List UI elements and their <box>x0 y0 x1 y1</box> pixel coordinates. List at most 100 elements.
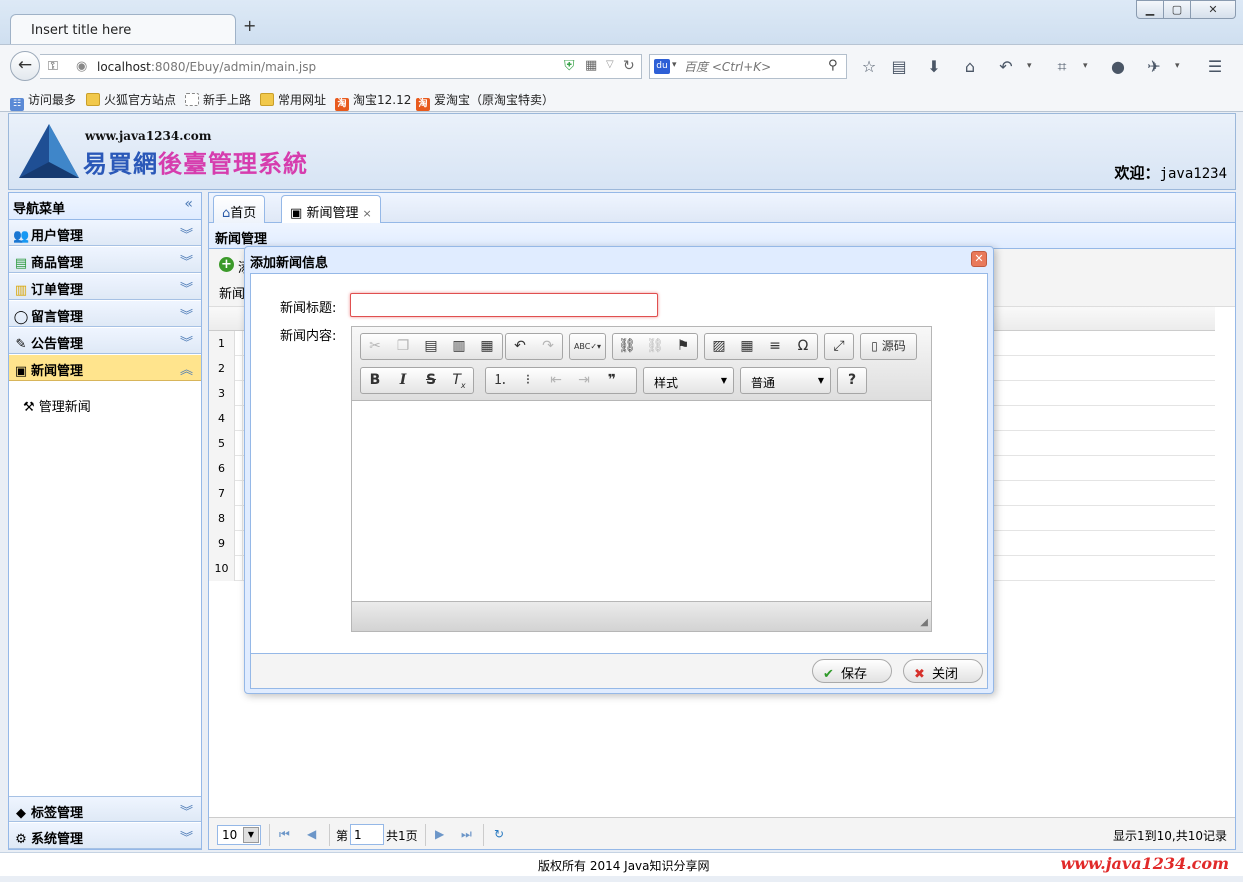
dropdown-arrow-icon[interactable]: ▼ <box>243 827 259 843</box>
remove-format-icon[interactable]: Tx <box>445 368 473 393</box>
sidebar-item-news[interactable]: ▣ 新闻管理 ︽ <box>9 355 201 381</box>
prev-page-icon[interactable]: ◀ <box>307 827 316 841</box>
indent-icon[interactable]: ⇥ <box>570 368 598 393</box>
chevron-down-icon[interactable]: ︾ <box>180 801 193 820</box>
tab-home[interactable]: ⌂首页 <box>213 195 266 223</box>
image-icon[interactable]: ▨ <box>705 334 733 359</box>
italic-icon[interactable]: I <box>389 368 417 393</box>
search-input[interactable] <box>684 57 824 76</box>
resize-handle-icon[interactable]: ◢ <box>920 617 928 628</box>
link-icon[interactable]: ⛓ <box>613 334 641 359</box>
tab-news[interactable]: ▣ 新闻管理 × <box>281 195 381 224</box>
chevron-down-icon[interactable]: ︾ <box>180 224 193 243</box>
bookmark-item[interactable]: 火狐官方站点 <box>86 91 176 108</box>
first-page-icon[interactable]: ⏮ <box>279 827 290 842</box>
baidu-icon[interactable]: du <box>654 59 670 74</box>
chevron-down-icon[interactable]: ︾ <box>180 305 193 324</box>
url-text[interactable]: localhost:8080/Ebuy/admin/main.jsp <box>97 60 316 74</box>
address-bar[interactable]: ⚿ ◉ localhost:8080/Ebuy/admin/main.jsp ⛨… <box>40 54 642 79</box>
close-icon[interactable]: × <box>362 207 371 220</box>
page-number-input[interactable] <box>350 824 384 845</box>
sidebar-item-messages[interactable]: ◯ 留言管理 ︾ <box>9 301 201 327</box>
sidebar-item-orders[interactable]: ▥ 订单管理 ︾ <box>9 274 201 300</box>
extension-dropdown-icon[interactable]: ▾ <box>1175 61 1180 71</box>
paste-text-icon[interactable]: ▥ <box>445 334 473 359</box>
sidebar-item-users[interactable]: 👥 用户管理 ︾ <box>9 220 201 246</box>
collapse-sidebar-icon[interactable]: « <box>184 196 193 212</box>
chevron-down-icon[interactable]: ︾ <box>180 251 193 270</box>
bold-icon[interactable]: B <box>361 368 389 393</box>
sidebar-item-tags[interactable]: ◆ 标签管理 ︾ <box>9 796 201 822</box>
menu-icon[interactable]: ☰ <box>1205 57 1225 76</box>
save-button[interactable]: ✔ 保存 <box>812 659 892 683</box>
undo-close-tab-icon[interactable]: ↶ <box>996 57 1016 76</box>
shield-icon[interactable]: ⛨ <box>564 58 575 74</box>
maximize-button[interactable]: ▢ <box>1163 0 1191 19</box>
sidebar-subitem-manage-news[interactable]: ⚒ 管理新闻 <box>23 396 91 415</box>
source-button[interactable]: ▯ 源码 <box>861 334 916 359</box>
strikethrough-icon[interactable]: S <box>417 368 445 393</box>
undo-icon[interactable]: ↶ <box>506 334 534 359</box>
numbered-list-icon[interactable]: ⒈ <box>486 368 514 393</box>
new-tab-button[interactable]: + <box>243 18 259 34</box>
table-icon[interactable]: ▦ <box>733 334 761 359</box>
chevron-down-icon[interactable]: ︾ <box>180 278 193 297</box>
paste-word-icon[interactable]: ▦ <box>473 334 501 359</box>
help-icon[interactable]: ? <box>838 368 866 393</box>
blockquote-icon[interactable]: ❞ <box>598 368 626 393</box>
bookmark-item[interactable]: 常用网址 <box>260 91 326 108</box>
download-icon[interactable]: ⬇ <box>924 57 944 76</box>
copy-icon[interactable]: ❐ <box>389 334 417 359</box>
undo-dropdown-icon[interactable]: ▾ <box>1027 61 1032 71</box>
crop-dropdown-icon[interactable]: ▾ <box>1083 61 1088 71</box>
spellcheck-icon[interactable]: ABC✓▾ <box>570 334 605 359</box>
close-icon[interactable]: ✕ <box>971 251 987 267</box>
url-dropdown-icon[interactable]: ▽ <box>606 59 614 70</box>
search-icon[interactable]: ⚲ <box>828 58 838 73</box>
bookmark-star-icon[interactable]: ☆ <box>859 57 879 76</box>
extension-icon[interactable]: ✈ <box>1144 57 1164 76</box>
next-page-icon[interactable]: ▶ <box>435 827 444 841</box>
format-select[interactable]: 普通 ▼ <box>740 367 831 394</box>
chevron-up-icon[interactable]: ︽ <box>180 359 193 378</box>
maximize-icon[interactable]: ⤢ <box>825 334 853 359</box>
home-icon[interactable]: ⌂ <box>960 57 980 76</box>
refresh-icon[interactable]: ↻ <box>494 827 504 841</box>
editor-content-area[interactable] <box>352 401 931 601</box>
unlink-icon[interactable]: ⛓ <box>641 334 669 359</box>
cut-icon[interactable]: ✂ <box>361 334 389 359</box>
bookmark-item[interactable]: 淘淘宝12.12 <box>335 91 411 111</box>
outdent-icon[interactable]: ⇤ <box>542 368 570 393</box>
browser-tab[interactable]: Insert title here <box>10 14 236 45</box>
close-window-button[interactable]: ✕ <box>1190 0 1236 19</box>
chat-icon[interactable]: ● <box>1108 57 1128 76</box>
sidebar-item-notices[interactable]: ✎ 公告管理 ︾ <box>9 328 201 354</box>
minimize-button[interactable]: ▁ <box>1136 0 1164 19</box>
sidebar-item-products[interactable]: ▤ 商品管理 ︾ <box>9 247 201 273</box>
screenshot-crop-icon[interactable]: ⌗ <box>1052 57 1072 77</box>
chevron-down-icon[interactable]: ︾ <box>180 827 193 846</box>
bullet-list-icon[interactable]: ⁝ <box>514 368 542 393</box>
reload-icon[interactable]: ↻ <box>623 58 635 74</box>
bookmark-item[interactable]: ☷ 访问最多 <box>10 91 76 111</box>
bookmark-item[interactable]: 新手上路 <box>185 91 251 108</box>
key-icon[interactable]: ⚿ <box>48 59 58 74</box>
add-icon[interactable]: + <box>219 257 234 272</box>
paste-icon[interactable]: ▤ <box>417 334 445 359</box>
special-char-icon[interactable]: Ω <box>789 334 817 359</box>
page-size-select[interactable]: 10 ▼ <box>217 825 261 845</box>
sidebar-item-system[interactable]: ⚙ 系统管理 ︾ <box>9 823 201 849</box>
last-page-icon[interactable]: ⏭ <box>461 827 472 842</box>
back-button[interactable]: ← <box>10 51 40 81</box>
search-bar[interactable]: du ▾ ⚲ <box>649 54 847 79</box>
bookmarks-list-icon[interactable]: ▤ <box>889 57 909 76</box>
news-title-input[interactable] <box>350 293 658 317</box>
horizontal-line-icon[interactable]: ≡ <box>761 334 789 359</box>
search-engine-dropdown-icon[interactable]: ▾ <box>672 60 677 70</box>
style-select[interactable]: 样式 ▼ <box>643 367 734 394</box>
bookmark-item[interactable]: 淘爱淘宝（原淘宝特卖） <box>416 91 554 111</box>
qr-code-icon[interactable]: ▦ <box>585 58 597 73</box>
redo-icon[interactable]: ↷ <box>534 334 562 359</box>
anchor-flag-icon[interactable]: ⚑ <box>669 334 697 359</box>
chevron-down-icon[interactable]: ︾ <box>180 332 193 351</box>
